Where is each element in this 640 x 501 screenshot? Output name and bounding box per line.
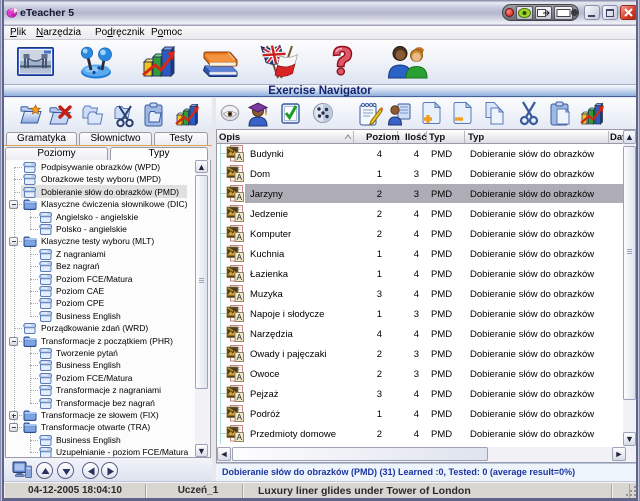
svg-text:A: A <box>237 173 243 182</box>
svg-text:A: A <box>237 193 243 202</box>
svg-text:A: A <box>237 313 243 322</box>
svg-text:A: A <box>237 353 243 362</box>
svg-text:A: A <box>237 393 243 402</box>
svg-text:A: A <box>237 433 243 442</box>
svg-text:A: A <box>237 253 243 262</box>
svg-text:A: A <box>237 273 243 282</box>
svg-text:A: A <box>237 213 243 222</box>
svg-text:A: A <box>237 293 243 302</box>
svg-text:A: A <box>237 373 243 382</box>
svg-text:A: A <box>237 153 243 162</box>
svg-text:A: A <box>237 333 243 342</box>
svg-text:A: A <box>237 233 243 242</box>
svg-text:A: A <box>237 413 243 422</box>
